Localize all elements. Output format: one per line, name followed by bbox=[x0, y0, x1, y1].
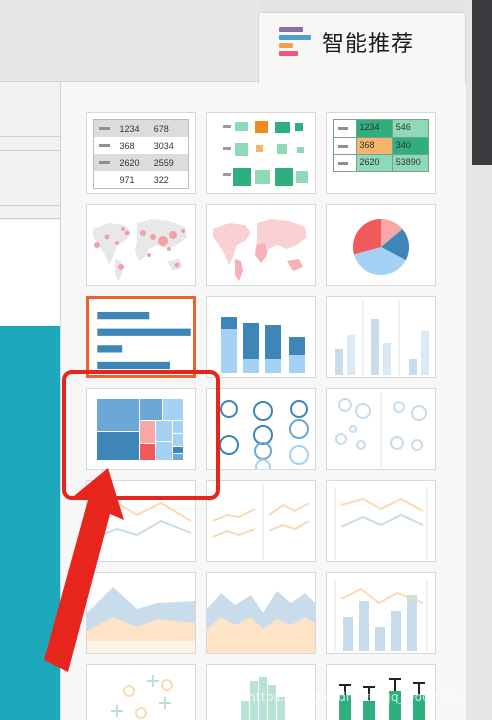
area-split-preview bbox=[207, 591, 315, 653]
table-cell: 3034 bbox=[153, 140, 174, 151]
colored-table-preview: 1234 546 368 340 2620 53890 bbox=[333, 119, 429, 172]
scatter-preview bbox=[111, 675, 173, 719]
tab-title: 智能推荐 bbox=[322, 32, 415, 57]
chart-type-color-table[interactable]: 1234 546 368 340 2620 53890 bbox=[326, 112, 436, 194]
chart-type-bubble-map[interactable] bbox=[86, 204, 196, 286]
table-cell: 322 bbox=[153, 174, 169, 185]
chart-type-area[interactable] bbox=[86, 572, 196, 654]
grouped-column-preview bbox=[335, 299, 429, 375]
chart-type-bar-horizontal[interactable] bbox=[86, 296, 196, 378]
table-cell: 1234 bbox=[355, 120, 392, 137]
table-cell: 2620 bbox=[119, 157, 140, 168]
tab-smart-recommend[interactable]: 智能推荐 bbox=[258, 12, 466, 84]
line-dual-preview bbox=[334, 487, 428, 559]
chart-type-pie[interactable] bbox=[326, 204, 436, 286]
table-cell: 1234 bbox=[119, 123, 140, 134]
background-dark-strip bbox=[472, 0, 492, 165]
pie-chart-preview bbox=[352, 219, 410, 276]
table-cell: 2559 bbox=[153, 157, 174, 168]
column-line-preview bbox=[334, 579, 428, 651]
chart-type-line-split[interactable] bbox=[206, 480, 316, 562]
bubble-grid-preview bbox=[219, 400, 309, 469]
chart-type-scatter-split[interactable] bbox=[326, 388, 436, 470]
chart-type-stacked-column[interactable] bbox=[206, 296, 316, 378]
chart-type-area-split[interactable] bbox=[206, 572, 316, 654]
table-cell: 971 bbox=[119, 174, 135, 185]
chart-type-color-block-table[interactable] bbox=[206, 112, 316, 194]
table-preview: 1234 678 368 3034 2620 2559 971 322 bbox=[93, 119, 189, 189]
chart-type-grouped-column[interactable] bbox=[326, 296, 436, 378]
table-cell: 546 bbox=[391, 120, 428, 137]
table-cell: 368 bbox=[119, 140, 135, 151]
table-cell: 2620 bbox=[355, 155, 392, 171]
horizontal-bar-preview bbox=[97, 312, 191, 370]
scatter-split-preview bbox=[335, 391, 427, 467]
area-chart-preview bbox=[87, 587, 195, 653]
chart-recommend-icon bbox=[279, 27, 315, 59]
chart-type-table[interactable]: 1234 678 368 3034 2620 2559 971 322 bbox=[86, 112, 196, 194]
color-block-preview bbox=[223, 121, 308, 186]
divider bbox=[0, 205, 60, 206]
table-cell: 678 bbox=[153, 123, 169, 134]
divider bbox=[0, 218, 60, 219]
table-cell: 53890 bbox=[391, 155, 428, 171]
annotation-highlight-box bbox=[62, 370, 220, 500]
choropleth-map-preview bbox=[213, 219, 307, 281]
chart-type-choropleth-map[interactable] bbox=[206, 204, 316, 286]
table-cell: 368 bbox=[355, 138, 392, 154]
background-chart-area bbox=[0, 326, 60, 720]
background-toolbar bbox=[0, 0, 258, 82]
line-split-preview bbox=[212, 483, 310, 559]
chart-type-bubble-grid[interactable] bbox=[206, 388, 316, 470]
chart-type-line-dual[interactable] bbox=[326, 480, 436, 562]
watermark: https://blog.csdn.net/qq_Dod0701 bbox=[248, 690, 462, 704]
bubble-map-preview bbox=[93, 219, 187, 281]
stacked-column-preview bbox=[221, 317, 305, 373]
table-cell: 340 bbox=[391, 138, 428, 154]
background-canvas bbox=[0, 220, 60, 326]
chart-type-column-line[interactable] bbox=[326, 572, 436, 654]
divider bbox=[0, 136, 60, 137]
divider bbox=[0, 150, 60, 151]
chart-type-scatter[interactable] bbox=[86, 664, 196, 720]
